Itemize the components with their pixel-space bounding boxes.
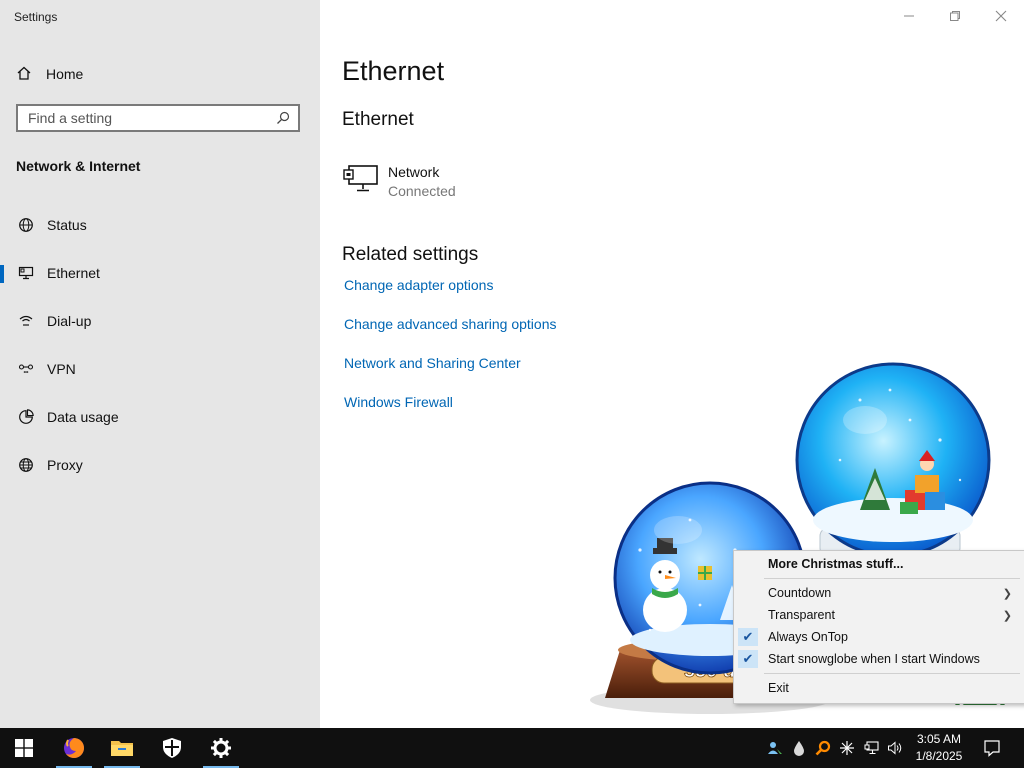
menu-item-transparent[interactable]: Transparent ❯	[734, 605, 1022, 625]
change-advanced-sharing-link[interactable]: Change advanced sharing options	[344, 316, 557, 332]
sidebar-home[interactable]: Home	[16, 63, 83, 85]
sidebar-section-title: Network & Internet	[16, 158, 141, 174]
page-title: Ethernet	[342, 56, 445, 86]
home-label: Home	[46, 66, 84, 82]
windows-firewall-link[interactable]: Windows Firewall	[344, 394, 453, 410]
tray-drop-icon[interactable]	[790, 728, 808, 768]
taskbar-firefox[interactable]	[50, 728, 98, 768]
tray-snowflake-icon[interactable]	[838, 728, 856, 768]
sidebar-item-label: Dial-up	[47, 313, 92, 329]
vpn-icon	[16, 361, 36, 377]
dialup-icon	[16, 313, 36, 329]
network-sharing-center-link[interactable]: Network and Sharing Center	[344, 355, 521, 371]
menu-item-start-with-windows[interactable]: ✔ Start snowglobe when I start Windows	[734, 649, 1022, 669]
restore-icon	[950, 11, 960, 21]
sidebar-item-status[interactable]: Status	[0, 205, 320, 245]
network-status: Connected	[388, 183, 456, 199]
taskbar-settings[interactable]	[197, 728, 245, 768]
data-usage-icon	[16, 409, 36, 425]
close-button[interactable]	[991, 8, 1011, 24]
sidebar-item-proxy[interactable]: Proxy	[0, 445, 320, 485]
search-icon[interactable]	[276, 111, 290, 130]
search-box[interactable]	[16, 104, 300, 132]
globe-status-icon	[16, 217, 36, 233]
checkmark-icon: ✔	[738, 628, 758, 646]
tray-search-tool-icon[interactable]	[814, 728, 832, 768]
sidebar: Settings Home Network & Internet Status …	[0, 0, 320, 728]
menu-item-countdown[interactable]: Countdown ❯	[734, 583, 1022, 603]
menu-item-always-on-top[interactable]: ✔ Always OnTop	[734, 627, 1022, 647]
sidebar-item-label: Data usage	[47, 409, 119, 425]
network-adapter-icon[interactable]	[343, 165, 379, 198]
snowglobe-context-menu: More Christmas stuff... Countdown ❯ Tran…	[733, 550, 1024, 704]
related-settings-title: Related settings	[342, 244, 479, 265]
clock-time: 3:05 AM	[916, 732, 962, 746]
search-input[interactable]	[18, 109, 270, 127]
sidebar-item-vpn[interactable]: VPN	[0, 349, 320, 389]
app-title: Settings	[14, 10, 58, 24]
shield-icon	[163, 738, 181, 758]
sidebar-item-data-usage[interactable]: Data usage	[0, 397, 320, 437]
proxy-globe-icon	[16, 457, 36, 473]
action-center-button[interactable]	[978, 728, 1006, 768]
tray-people-icon[interactable]	[766, 728, 784, 768]
folder-icon	[111, 741, 133, 756]
sidebar-item-label: Status	[47, 217, 87, 233]
clock-date: 1/8/2025	[915, 749, 963, 763]
taskbar-security[interactable]	[148, 728, 196, 768]
sidebar-item-label: Proxy	[47, 457, 83, 473]
taskbar: 3:05 AM 1/8/2025	[0, 728, 1024, 768]
restore-button[interactable]	[945, 8, 965, 24]
tray-network-icon[interactable]	[862, 728, 882, 768]
firefox-icon	[64, 738, 84, 758]
windows-logo-icon	[15, 739, 33, 757]
home-icon	[16, 65, 32, 84]
taskbar-clock[interactable]: 3:05 AM 1/8/2025	[908, 731, 970, 765]
selection-indicator	[0, 265, 4, 283]
ethernet-icon	[16, 265, 36, 281]
menu-separator	[764, 578, 1020, 579]
menu-separator	[764, 673, 1020, 674]
change-adapter-options-link[interactable]: Change adapter options	[344, 277, 493, 293]
close-icon	[995, 10, 1007, 22]
sidebar-item-dialup[interactable]: Dial-up	[0, 301, 320, 341]
minimize-icon	[904, 15, 914, 17]
menu-item-exit[interactable]: Exit	[734, 678, 1022, 698]
chevron-right-icon: ❯	[1002, 609, 1012, 622]
section-subtitle: Ethernet	[342, 109, 414, 130]
sidebar-item-label: Ethernet	[47, 265, 100, 281]
checkmark-icon: ✔	[738, 650, 758, 668]
taskbar-file-explorer[interactable]	[98, 728, 146, 768]
tray-volume-icon[interactable]	[885, 728, 905, 768]
sidebar-item-ethernet[interactable]: Ethernet	[0, 253, 320, 293]
start-button[interactable]	[0, 728, 48, 768]
gear-icon	[211, 738, 231, 758]
chevron-right-icon: ❯	[1002, 587, 1012, 600]
notification-icon	[984, 740, 1000, 757]
sidebar-item-label: VPN	[47, 361, 76, 377]
minimize-button[interactable]	[899, 8, 919, 24]
menu-item-more-christmas[interactable]: More Christmas stuff...	[734, 554, 1022, 574]
network-name[interactable]: Network	[388, 164, 439, 180]
